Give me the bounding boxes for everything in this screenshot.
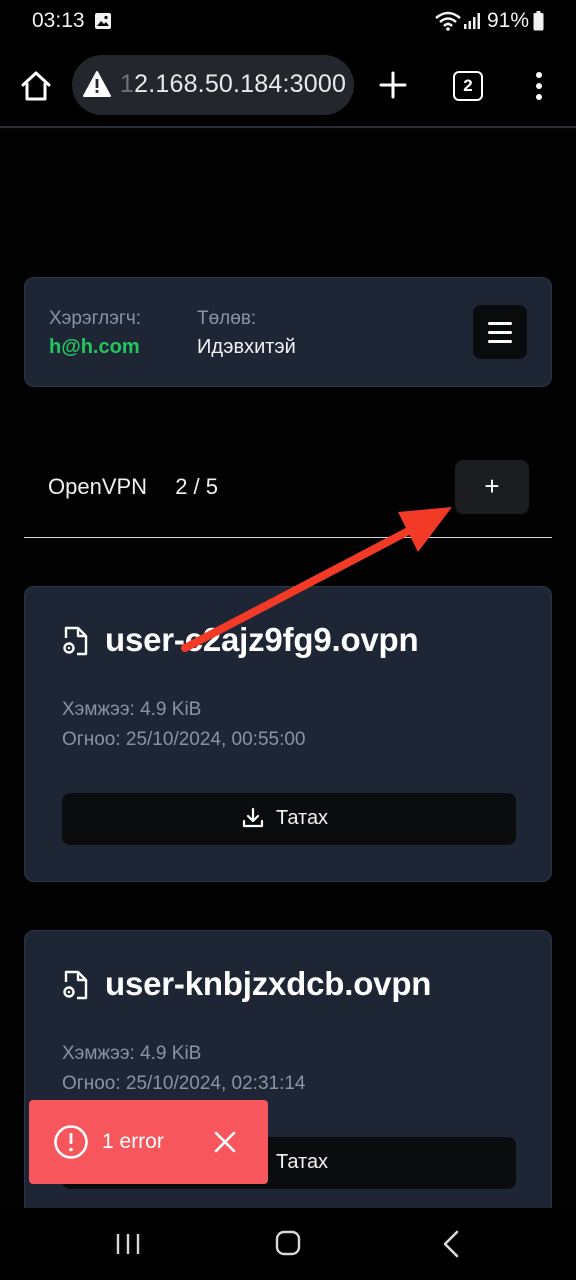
status-label: Төлөв: xyxy=(197,308,257,329)
recents-icon[interactable] xyxy=(116,1232,140,1256)
gallery-notification-icon xyxy=(95,13,111,29)
home-icon[interactable] xyxy=(18,68,54,104)
vpn-count: 2 / 5 xyxy=(175,474,218,499)
user-email: h@h.com xyxy=(49,336,140,358)
file-name: user-knbjzxdcb.ovpn xyxy=(105,965,432,1002)
error-count[interactable]: 1 error xyxy=(102,1130,164,1154)
file-settings-icon xyxy=(63,626,88,656)
error-icon xyxy=(54,1125,88,1159)
user-card: Хэрэглэгч: h@h.com Төлөв: Идэвхитэй xyxy=(24,277,552,387)
tab-count: 2 xyxy=(463,76,473,95)
page-content: Хэрэглэгч: h@h.com Төлөв: Идэвхитэй Open… xyxy=(0,130,576,1208)
battery-icon xyxy=(533,11,544,31)
back-icon[interactable] xyxy=(442,1230,460,1258)
file-settings-icon xyxy=(63,970,88,1000)
download-label: Татах xyxy=(276,807,329,829)
nav-home-icon[interactable] xyxy=(275,1230,301,1256)
browser-toolbar: 12.168.50.184:3000 2 xyxy=(0,44,576,128)
signal-icon xyxy=(464,13,480,29)
file-date: Огноо: 25/10/2024, 00:55:00 xyxy=(62,729,306,750)
download-label: Татах xyxy=(276,1151,329,1173)
download-button[interactable]: Татах xyxy=(62,793,516,845)
warning-icon[interactable] xyxy=(82,70,112,98)
user-label: Хэрэглэгч: xyxy=(49,308,142,329)
more-icon[interactable] xyxy=(532,70,546,102)
file-date: Огноо: 25/10/2024, 02:31:14 xyxy=(62,1073,306,1094)
vpn-section-header: OpenVPN 2 / 5 xyxy=(48,474,218,500)
menu-icon xyxy=(488,322,512,325)
add-config-button[interactable]: + xyxy=(455,460,529,514)
file-name: user-c2ajz9fg9.ovpn xyxy=(105,621,419,658)
tabs-button[interactable]: 2 xyxy=(453,71,483,101)
error-toast: 1 error xyxy=(29,1100,268,1184)
close-icon[interactable] xyxy=(213,1130,237,1154)
vpn-title: OpenVPN xyxy=(48,474,148,499)
url-text[interactable]: 12.168.50.184:3000 xyxy=(120,70,346,99)
wifi-icon xyxy=(435,11,461,31)
download-icon xyxy=(242,807,264,828)
battery-percent: 91% xyxy=(487,9,530,32)
status-bar: 03:13 91% xyxy=(0,0,576,44)
file-size: Хэмжээ: 4.9 KiB xyxy=(62,699,202,720)
menu-button[interactable] xyxy=(473,305,527,359)
status-time: 03:13 xyxy=(32,9,85,32)
file-card: user-c2ajz9fg9.ovpn Хэмжээ: 4.9 KiB Огно… xyxy=(24,586,552,882)
system-nav-bar xyxy=(0,1208,576,1280)
status-value: Идэвхитэй xyxy=(197,336,296,358)
plus-icon: + xyxy=(484,471,500,501)
new-tab-icon[interactable] xyxy=(376,68,410,102)
file-size: Хэмжээ: 4.9 KiB xyxy=(62,1043,202,1064)
address-bar[interactable]: 12.168.50.184:3000 xyxy=(72,55,354,115)
section-divider xyxy=(24,537,552,538)
